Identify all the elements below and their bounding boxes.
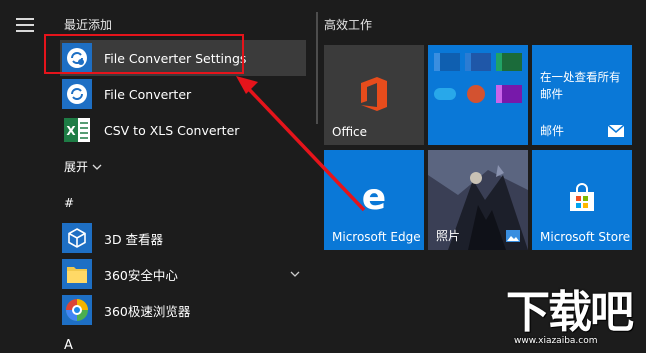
watermark-brand: 下载吧 [506,287,634,338]
watermark: 下载吧 www.xiazaiba.com [506,290,644,348]
